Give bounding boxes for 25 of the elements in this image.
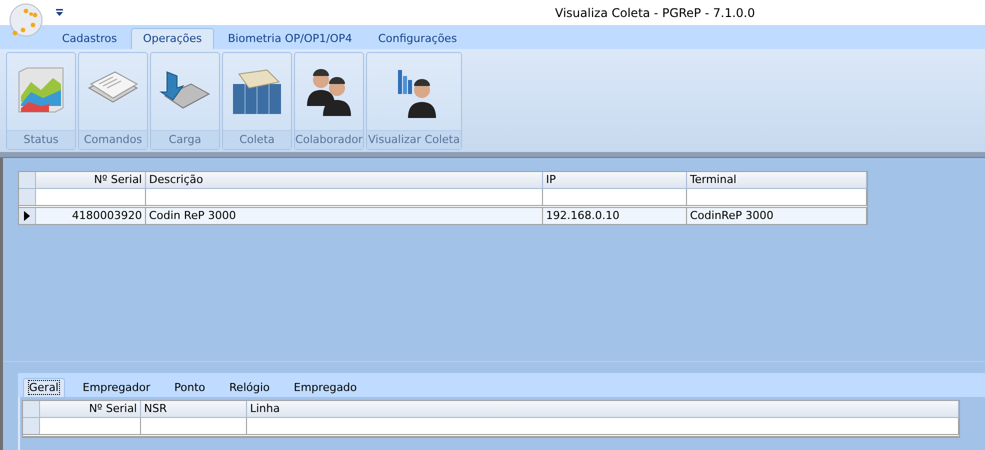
column-header[interactable]: Nº Serial (40, 401, 141, 417)
column-header[interactable]: Descrição (146, 172, 543, 188)
tab[interactable]: Relógio (223, 378, 276, 397)
table-cell: 4180003920 (36, 208, 146, 224)
filter-row[interactable] (23, 418, 959, 437)
column-header[interactable]: Linha (247, 401, 959, 417)
column-header[interactable]: NSR (141, 401, 247, 417)
tab[interactable]: Geral (23, 378, 65, 397)
current-row-icon (24, 211, 30, 221)
tab[interactable]: Empregador (76, 378, 156, 397)
tab[interactable]: Empregado (288, 378, 363, 397)
table-cell: CodinReP 3000 (687, 208, 867, 224)
column-header[interactable]: IP (543, 172, 687, 188)
tab[interactable]: Ponto (168, 378, 212, 397)
table-cell: Codin ReP 3000 (146, 208, 543, 224)
column-header[interactable]: Terminal (687, 172, 867, 188)
table-cell: 192.168.0.10 (543, 208, 687, 224)
table-row[interactable]: 4180003920 Codin ReP 3000 192.168.0.10 CodinReP 3000 (19, 208, 867, 224)
window-title: Visualiza Coleta - PGReP - 7.1.0.0 (555, 6, 755, 20)
ribbon-tab[interactable]: Operações (130, 28, 214, 49)
ribbon-tab[interactable]: Biometria OP/OP1/OP4 (216, 28, 364, 49)
ribbon-tab[interactable]: Configurações (366, 28, 469, 49)
column-header[interactable]: Nº Serial (36, 172, 146, 188)
dropdown-icon[interactable] (56, 9, 63, 16)
ribbon-tab[interactable]: Cadastros (50, 28, 129, 49)
